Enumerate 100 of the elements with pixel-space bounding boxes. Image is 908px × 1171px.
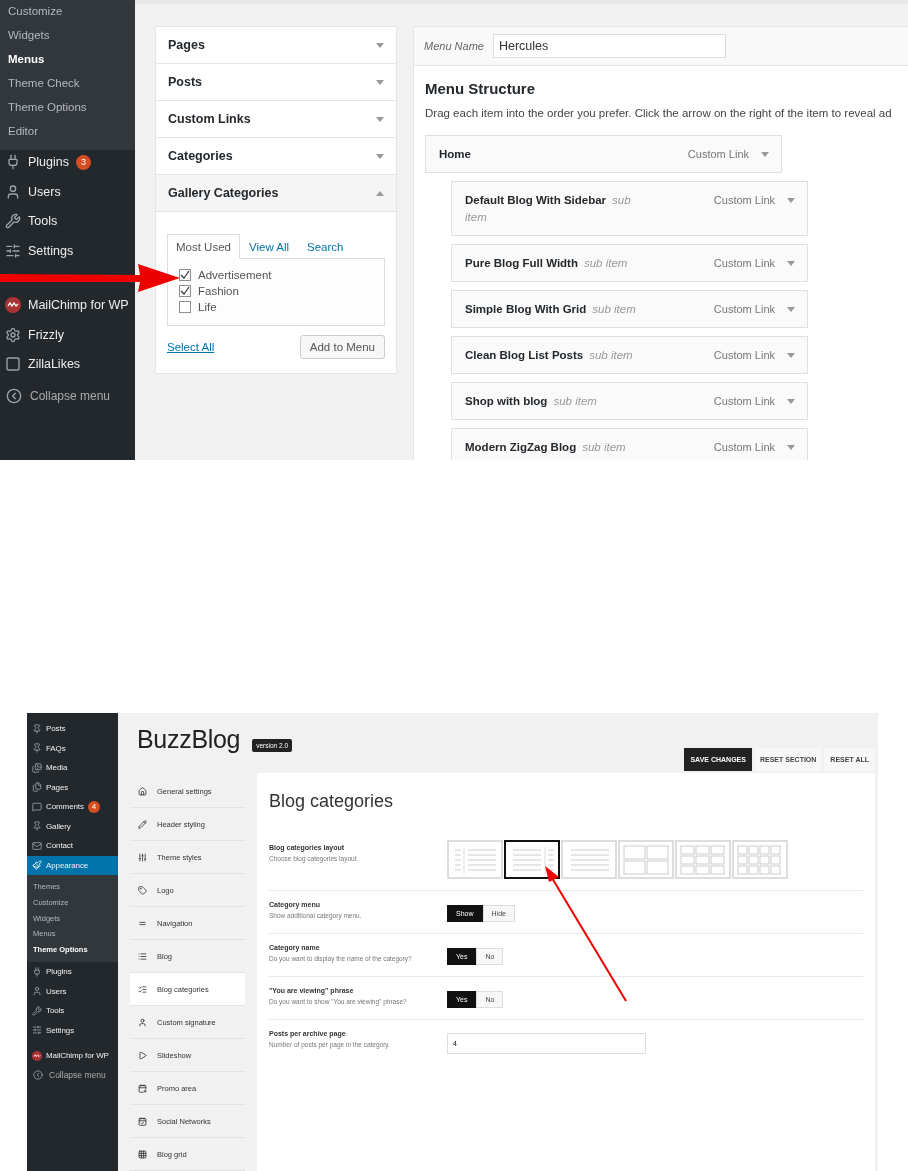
expand-arrow-icon: [787, 198, 795, 203]
layout-thumbnail-icon: [622, 844, 670, 876]
pin-icon: [32, 743, 42, 754]
layout-option[interactable]: [504, 840, 560, 879]
instructions-text: Drag each item into the order you prefer. Click the arrow on the right of the item to reveal ad: [425, 106, 893, 121]
sidebar-item-label: Tools: [46, 1006, 65, 1016]
gear-icon: [5, 326, 21, 343]
sidebar-item-label: Users: [46, 986, 67, 996]
sidebar-item[interactable]: Frizzly: [0, 322, 70, 347]
paintbrush-icon: [32, 860, 42, 871]
calendar-icon: [138, 1083, 147, 1093]
sidebar-item[interactable]: Comments 4: [27, 797, 118, 817]
envelope-icon: [32, 840, 42, 851]
item-type-label: Custom Link: [687, 147, 749, 162]
menu-item-title: Default Blog With Sidebar sub item: [465, 193, 632, 225]
menu-name-field[interactable]: Hercules: [492, 34, 726, 58]
sidebar-item[interactable]: Plugins: [27, 962, 118, 982]
sidebar-item[interactable]: Users: [0, 179, 66, 204]
play-icon: [138, 1050, 147, 1060]
add-to-menu-button[interactable]: Add to Menu: [299, 335, 385, 359]
sidebar-item-label: Media: [46, 763, 68, 773]
sidebar-item[interactable]: Tools: [27, 1001, 118, 1021]
expand-arrow-icon: [376, 79, 384, 85]
sidebar-submenu-item[interactable]: Theme Options: [0, 96, 135, 120]
menu-item-bar[interactable]: Pure Blog Full Width sub item Custom Link: [451, 244, 808, 282]
collapse-arrow-icon: [376, 190, 384, 196]
collapse-icon: [6, 388, 22, 405]
menu-item-bar[interactable]: Clean Blog List Posts sub item Custom Link: [451, 336, 808, 374]
menu-item-bar[interactable]: Home Custom Link: [425, 135, 782, 173]
collapse-menu-button[interactable]: Collapse menu: [0, 381, 135, 411]
sidebar-item-label: Settings: [28, 243, 74, 258]
menu-item-bar[interactable]: Shop with blog sub item Custom Link: [451, 382, 808, 420]
sidebar-submenu-item[interactable]: Menus: [0, 48, 135, 72]
sidebar-item-label: Plugins: [28, 155, 69, 169]
images-icon: [32, 762, 42, 773]
expand-arrow-icon: [761, 152, 769, 157]
sidebar-item[interactable]: Gallery: [27, 816, 118, 836]
sidebar-item[interactable]: Appearance: [27, 855, 118, 875]
menu-item-title: Pure Blog Full Width sub item: [465, 256, 628, 271]
sidebar-item[interactable]: ZillaLikes: [0, 352, 86, 376]
item-type-label: Custom Link: [713, 440, 775, 455]
sidebar-item-label: Users: [28, 184, 61, 199]
collapse-menu-button[interactable]: Collapse menu: [27, 1065, 118, 1085]
wrench-icon: [32, 1005, 42, 1016]
plug-icon: [32, 966, 42, 977]
sidebar-submenu-item[interactable]: Widgets: [0, 24, 135, 48]
sidebar-item[interactable]: Pages: [27, 777, 118, 797]
sidebar-item[interactable]: Users: [27, 981, 118, 1001]
checkbox[interactable]: [179, 269, 191, 281]
expand-arrow-icon: [787, 445, 795, 450]
layout-thumbnail-icon: [679, 844, 727, 876]
menu-item-bar[interactable]: Default Blog With Sidebar sub item Custom Link: [451, 181, 808, 236]
sidebar-item-label: Tools: [28, 214, 58, 228]
pin-icon: [32, 821, 42, 832]
sidebar-item[interactable]: Plugins 3: [0, 150, 96, 174]
logo-icon: [32, 1050, 42, 1061]
select-all-link[interactable]: Select All: [167, 341, 215, 353]
house-icon: [138, 786, 147, 796]
sidebar-submenu-item[interactable]: Customize: [0, 0, 135, 24]
user-icon: [5, 183, 21, 200]
sidebar-item[interactable]: Media: [27, 758, 118, 778]
pages-icon: [32, 782, 42, 793]
sidebar-item[interactable]: Tools: [0, 209, 63, 233]
checkbox[interactable]: [179, 285, 191, 297]
checkbox-label: Advertisement: [198, 269, 272, 281]
menu-item-bar[interactable]: Simple Blog With Grid sub item Custom Link: [451, 290, 808, 328]
user-icon: [32, 986, 42, 997]
sidebar-item-label: Appearance: [46, 860, 89, 870]
sidebar-item[interactable]: Settings: [27, 1020, 118, 1040]
sidebar-item[interactable]: Settings: [0, 238, 79, 263]
sidebar-submenu-item[interactable]: Theme Check: [0, 72, 135, 96]
sidebar-item-label: Gallery: [46, 821, 71, 831]
expand-arrow-icon: [787, 353, 795, 358]
tab[interactable]: Most Used: [167, 234, 240, 259]
sidebar-item-label: Comments: [46, 802, 84, 812]
tab[interactable]: Search: [298, 234, 353, 259]
sidebar-item[interactable]: FAQs: [27, 738, 118, 758]
accordion-header[interactable]: Gallery Categories: [156, 175, 396, 212]
tab[interactable]: View All: [239, 234, 299, 259]
menu-item-title: Simple Blog With Grid sub item: [465, 302, 636, 317]
sidebar-item-label: MailChimp for WP: [28, 298, 129, 312]
pencil-icon: [138, 819, 147, 829]
sidebar-item[interactable]: Contact: [27, 836, 118, 856]
sidebar-item[interactable]: MailChimp for WP: [27, 1046, 118, 1066]
menu-item-bar[interactable]: Modern ZigZag Blog sub item Custom Link: [451, 428, 808, 460]
menu-item-title: Home: [439, 147, 471, 162]
count-badge: 3: [76, 154, 91, 170]
sidebar-item[interactable]: MailChimp for WP: [0, 293, 134, 317]
sidebar-item[interactable]: Posts: [27, 719, 118, 739]
square-icon: [5, 356, 21, 372]
sidebar-submenu-item[interactable]: Editor: [0, 120, 135, 144]
sliders-icon: [5, 242, 21, 259]
expand-arrow-icon: [787, 307, 795, 312]
sidebar-item-label: MailChimp for WP: [46, 1051, 109, 1061]
expand-arrow-icon: [376, 153, 384, 159]
checkbox[interactable]: [179, 301, 191, 313]
item-type-label: Custom Link: [713, 348, 775, 363]
grid-icon: [138, 1149, 147, 1159]
sidebar-item-label: Frizzly: [28, 327, 65, 342]
sliders-icon: [32, 1025, 42, 1036]
